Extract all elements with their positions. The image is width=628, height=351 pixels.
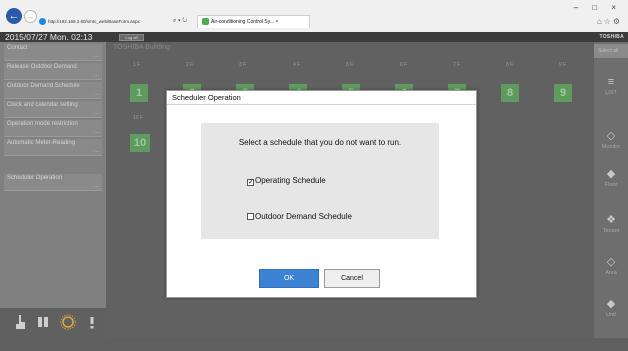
menu-item-label: Outdoor Demand Schedule	[7, 83, 80, 89]
search-refresh-icon[interactable]: ⌕ ▾ ↻	[173, 16, 187, 27]
floor-view-button[interactable]: ◆ Floor	[594, 168, 628, 189]
menu-item-dots: ...	[93, 53, 99, 59]
menu-item-scheduler-operation[interactable]: Scheduler Operation...	[4, 174, 102, 191]
menu-item-label: Operation mode restriction	[7, 121, 78, 127]
menu-item-dots: ...	[93, 110, 99, 116]
list-view-button[interactable]: ≡ LIST	[594, 76, 628, 97]
scheduler-operation-dialog: Scheduler Operation Select a schedule th…	[166, 90, 477, 298]
right-panel-label: Floor	[604, 182, 618, 188]
right-panel-label: Tenant	[602, 228, 620, 234]
building-name: TOSHIBA Building	[113, 44, 171, 51]
floor-label: 1 F	[133, 62, 141, 68]
tab-close-icon[interactable]: ×	[275, 19, 278, 25]
menu-item-dots: ...	[93, 183, 99, 189]
address-url: http://192.168.2.80/smtc_web/BaseForm.as…	[48, 19, 140, 24]
select-all-button[interactable]: Select all	[594, 44, 628, 58]
floor-label: 5 F	[346, 62, 354, 68]
floor-label: 8 F	[506, 62, 514, 68]
hand-pointer-icon[interactable]	[13, 314, 27, 330]
area-icon: ◇	[606, 256, 616, 268]
floor-label: 3 F	[239, 62, 247, 68]
dialog-title: Scheduler Operation	[167, 91, 476, 105]
checkbox-checked-icon[interactable]: ✓	[247, 179, 254, 186]
floor-tile[interactable]: 9	[554, 84, 572, 102]
alert-icon[interactable]	[88, 314, 96, 330]
right-panel: Select all ≡ LIST ◇ Monitor ◆ Floor ❖ Tenant…	[594, 42, 628, 338]
menu-item-label: Release Outdoor Demand	[7, 64, 77, 70]
bottom-toolbar	[0, 308, 106, 338]
logout-button[interactable]: Log off	[119, 34, 144, 41]
right-panel-label: Unit	[606, 312, 616, 318]
floor-label: 9 F	[559, 62, 567, 68]
dialog-panel: Select a schedule that you do not want t…	[201, 123, 439, 239]
unit-icon: ◆	[606, 298, 616, 310]
right-panel-label: Monitor	[601, 144, 621, 150]
option-label: Operating Schedule	[255, 176, 326, 185]
pause-icon[interactable]	[37, 314, 49, 330]
monitor-view-button[interactable]: ◇ Monitor	[594, 130, 628, 151]
menu-item-contact[interactable]: Contact...	[4, 44, 102, 61]
menu-item-dots: ...	[93, 148, 99, 154]
address-bar[interactable]: http://192.168.2.80/smtc_web/BaseForm.as…	[39, 16, 164, 27]
checkbox-icon[interactable]	[247, 213, 254, 220]
floor-tile[interactable]: 10	[130, 134, 150, 152]
monitor-icon: ◇	[606, 130, 616, 142]
floor-label: 10 F	[133, 115, 144, 121]
tenant-view-button[interactable]: ❖ Tenant	[594, 214, 628, 235]
brand-logo: TOSHIBA	[599, 34, 624, 40]
browser-chrome: ← → http://192.168.2.80/smtc_web/BaseFor…	[0, 0, 628, 32]
floor-label: 7 F	[453, 62, 461, 68]
floor-label: 6 F	[400, 62, 408, 68]
menu-item-label: Automatic Meter-Reading	[7, 140, 76, 146]
date-time: 2015/07/27 Mon. 02:13	[5, 32, 93, 42]
floor-label: 2 F	[186, 62, 194, 68]
window-controls[interactable]: – □ ×	[574, 3, 622, 12]
status-bar	[0, 338, 628, 351]
dialog-prompt: Select a schedule that you do not want t…	[238, 138, 402, 147]
menu-item-automatic-meter-reading[interactable]: Automatic Meter-Reading...	[4, 139, 102, 156]
cancel-button[interactable]: Cancel	[324, 269, 380, 288]
menu-item-dots: ...	[93, 91, 99, 97]
browser-tab[interactable]: Air-conditioning Control Sy... ×	[197, 15, 310, 28]
ie-icon	[39, 18, 46, 26]
floor-label: 4 F	[293, 62, 301, 68]
floor-tile[interactable]: 8	[501, 84, 519, 102]
option-label: Outdoor Demand Schedule	[255, 212, 352, 221]
right-panel-label: Area	[605, 270, 617, 276]
app-header: 2015/07/27 Mon. 02:13 Log off TOSHIBA	[0, 32, 628, 42]
floor-icon: ◆	[606, 168, 616, 180]
menu-item-dots: ...	[93, 72, 99, 78]
ok-button[interactable]: OK	[259, 269, 319, 288]
back-arrow-icon[interactable]: ←	[6, 8, 22, 24]
outdoor-demand-schedule-checkbox[interactable]: Outdoor Demand Schedule	[247, 212, 352, 222]
menu-item-label: Contact	[7, 45, 28, 51]
left-menu: Contact... Release Outdoor Demand... Out…	[0, 42, 106, 338]
area-view-button[interactable]: ◇ Area	[594, 256, 628, 277]
sun-icon[interactable]	[59, 314, 77, 330]
home-star-gear-icon[interactable]: ⌂☆⚙	[597, 17, 622, 26]
menu-item-operation-mode-restriction[interactable]: Operation mode restriction...	[4, 120, 102, 137]
menu-item-outdoor-demand-schedule[interactable]: Outdoor Demand Schedule...	[4, 82, 102, 99]
operating-schedule-checkbox[interactable]: ✓Operating Schedule	[247, 176, 326, 186]
menu-item-dots: ...	[93, 129, 99, 135]
unit-view-button[interactable]: ◆ Unit	[594, 298, 628, 319]
tab-title: Air-conditioning Control Sy...	[211, 19, 274, 25]
forward-arrow-icon[interactable]: →	[24, 10, 37, 23]
tenant-icon: ❖	[606, 214, 616, 226]
floor-tile[interactable]: 1	[130, 84, 148, 102]
menu-item-label: Scheduler Operation	[7, 175, 63, 181]
right-panel-label: LIST	[605, 90, 617, 96]
list-icon: ≡	[607, 76, 615, 88]
menu-item-release-outdoor-demand[interactable]: Release Outdoor Demand...	[4, 63, 102, 80]
menu-item-clock-calendar[interactable]: Clock and calendar setting...	[4, 101, 102, 118]
menu-item-label: Clock and calendar setting	[7, 102, 78, 108]
page-favicon-icon	[202, 18, 209, 26]
